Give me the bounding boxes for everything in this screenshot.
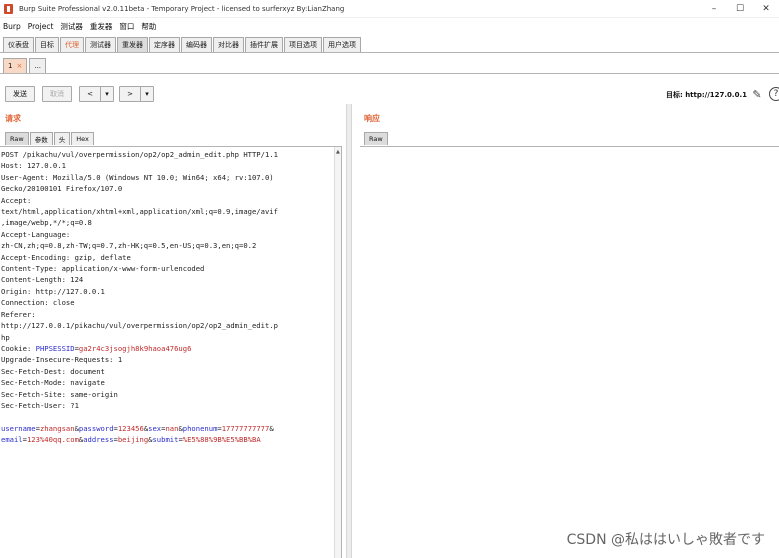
param-value: 123%40qq.com xyxy=(26,435,79,445)
target-label: 目标: http://127.0.0.1 xyxy=(665,91,747,99)
param-key: submit xyxy=(152,435,179,445)
request-tab-params[interactable]: 参数 xyxy=(29,132,53,145)
title-bar: Burp Suite Professional v2.0.11beta - Te… xyxy=(0,0,779,18)
request-line: http://127.0.0.1/pikachu/vul/overpermiss… xyxy=(1,321,278,331)
param-value: zhangsan xyxy=(39,423,75,433)
menu-intruder[interactable]: 测试器 xyxy=(60,21,83,32)
tab-decoder[interactable]: 编码器 xyxy=(181,37,212,52)
request-line: Connection: close xyxy=(1,298,75,308)
forward-button[interactable]: > xyxy=(119,86,141,102)
send-button[interactable]: 发送 xyxy=(5,86,35,102)
edit-target-icon[interactable]: ✎ xyxy=(751,87,763,101)
request-line: hp xyxy=(1,332,10,342)
request-line: Sec-Fetch-Site: same-origin xyxy=(1,389,118,399)
cookie-value: ga2r4c3jsogjh8k9haoa476ug6 xyxy=(78,343,192,353)
request-line: text/html,application/xhtml+xml,applicat… xyxy=(1,207,278,217)
request-line: Content-Length: 124 xyxy=(1,275,84,285)
param-key: phonenum xyxy=(182,423,218,433)
minimize-button[interactable]: – xyxy=(701,0,727,18)
request-editor[interactable]: POST /pikachu/vul/overpermission/op2/op2… xyxy=(0,146,342,558)
tab-repeater[interactable]: 重发器 xyxy=(117,37,148,52)
back-menu-button[interactable]: ▾ xyxy=(100,86,114,102)
scroll-up-icon[interactable]: ▲ xyxy=(336,149,340,155)
response-editor[interactable] xyxy=(360,146,779,558)
request-line: Gecko/20100101 Firefox/107.0 xyxy=(1,184,123,194)
tab-proxy[interactable]: 代理 xyxy=(60,37,84,52)
tab-user-options[interactable]: 用户选项 xyxy=(323,37,361,52)
menu-bar: Burp Project 测试器 重发器 窗口 帮助 xyxy=(0,19,779,34)
tab-comparer[interactable]: 对比器 xyxy=(213,37,244,52)
request-line: User-Agent: Mozilla/5.0 (Windows NT 10.0… xyxy=(1,172,274,182)
request-tab-raw[interactable]: Raw xyxy=(5,132,29,145)
tab-dashboard[interactable]: 仪表盘 xyxy=(3,37,34,52)
pane-splitter[interactable] xyxy=(346,104,352,558)
cookie-header-name: Cookie: xyxy=(1,343,36,353)
request-tab-headers[interactable]: 头 xyxy=(53,132,71,145)
request-line: Accept-Encoding: gzip, deflate xyxy=(1,252,131,262)
response-tab-raw[interactable]: Raw xyxy=(364,132,388,145)
repeater-tab-1[interactable]: 1 × xyxy=(3,58,28,73)
request-title: 请求 xyxy=(5,114,21,123)
request-line: Upgrade-Insecure-Requests: 1 xyxy=(1,355,123,365)
window-controls: – ☐ ✕ xyxy=(701,0,779,18)
request-line: Host: 127.0.0.1 xyxy=(1,161,66,171)
param-value: beijing xyxy=(117,435,149,445)
window-title: Burp Suite Professional v2.0.11beta - Te… xyxy=(19,4,345,13)
request-line: Accept-Language: xyxy=(1,229,71,239)
request-line: Content-Type: application/x-www-form-url… xyxy=(1,264,205,274)
repeater-toolbar: 发送 取消 < ▾ > ▾ 目标: http://127.0.0.1 ✎ ? xyxy=(0,86,779,104)
param-key: password xyxy=(78,423,114,433)
repeater-tab-bar: 1 × ... xyxy=(0,56,779,74)
forward-menu-button[interactable]: ▾ xyxy=(140,86,154,102)
request-line: Sec-Fetch-Dest: document xyxy=(1,366,105,376)
request-line: POST /pikachu/vul/overpermission/op2/op2… xyxy=(1,150,278,159)
tab-intruder[interactable]: 测试器 xyxy=(85,37,116,52)
main-tab-bar: 仪表盘 目标 代理 测试器 重发器 定序器 编码器 对比器 插件扩展 项目选项 … xyxy=(0,36,779,53)
cancel-button[interactable]: 取消 xyxy=(42,86,72,102)
request-line: Accept: xyxy=(1,195,32,205)
request-tab-hex[interactable]: Hex xyxy=(71,132,94,145)
cookie-key: PHPSESSID xyxy=(35,343,75,353)
tab-sequencer[interactable]: 定序器 xyxy=(149,37,180,52)
menu-repeater[interactable]: 重发器 xyxy=(90,21,113,32)
menu-project[interactable]: Project xyxy=(28,22,54,31)
request-line: Referer: xyxy=(1,309,36,319)
param-value: 123456 xyxy=(117,423,144,433)
tab-target[interactable]: 目标 xyxy=(35,37,59,52)
menu-burp[interactable]: Burp xyxy=(3,22,21,31)
request-line: ,image/webp,*/*;q=0.8 xyxy=(1,218,92,228)
repeater-tab-1-label: 1 xyxy=(8,62,13,70)
request-line: Origin: http://127.0.0.1 xyxy=(1,286,105,296)
response-view-tabs: Raw xyxy=(364,132,389,145)
menu-window[interactable]: 窗口 xyxy=(119,21,134,32)
tab-extender[interactable]: 插件扩展 xyxy=(245,37,283,52)
close-tab-icon[interactable]: × xyxy=(16,62,22,70)
new-tab-button[interactable]: ... xyxy=(29,58,47,73)
maximize-button[interactable]: ☐ xyxy=(727,0,753,18)
tab-project-options[interactable]: 项目选项 xyxy=(284,37,322,52)
param-value: nan xyxy=(165,423,179,433)
menu-help[interactable]: 帮助 xyxy=(141,21,156,32)
param-value: %E5%88%9B%E5%BB%BA xyxy=(182,435,261,445)
request-line: Sec-Fetch-User: ?1 xyxy=(1,400,79,410)
csdn-watermark: CSDN @私ははいしゃ敗者です xyxy=(566,532,765,548)
param-key: sex xyxy=(148,423,162,433)
request-line: Sec-Fetch-Mode: navigate xyxy=(1,378,105,388)
param-key: username xyxy=(1,423,36,433)
request-raw-text[interactable]: POST /pikachu/vul/overpermission/op2/op2… xyxy=(1,149,278,446)
close-button[interactable]: ✕ xyxy=(753,0,779,18)
response-title: 响应 xyxy=(364,114,380,123)
help-icon[interactable]: ? xyxy=(769,87,779,101)
request-line: zh-CN,zh;q=0.8,zh-TW;q=0.7,zh-HK;q=0.5,e… xyxy=(1,241,257,251)
burp-logo-icon xyxy=(4,3,13,14)
request-view-tabs: Raw 参数 头 Hex xyxy=(5,132,95,145)
param-key: email xyxy=(1,435,23,445)
param-key: address xyxy=(83,435,114,445)
param-value: 17777777777 xyxy=(221,423,270,433)
request-scrollbar[interactable]: ▲ xyxy=(334,147,341,558)
back-button[interactable]: < xyxy=(79,86,101,102)
